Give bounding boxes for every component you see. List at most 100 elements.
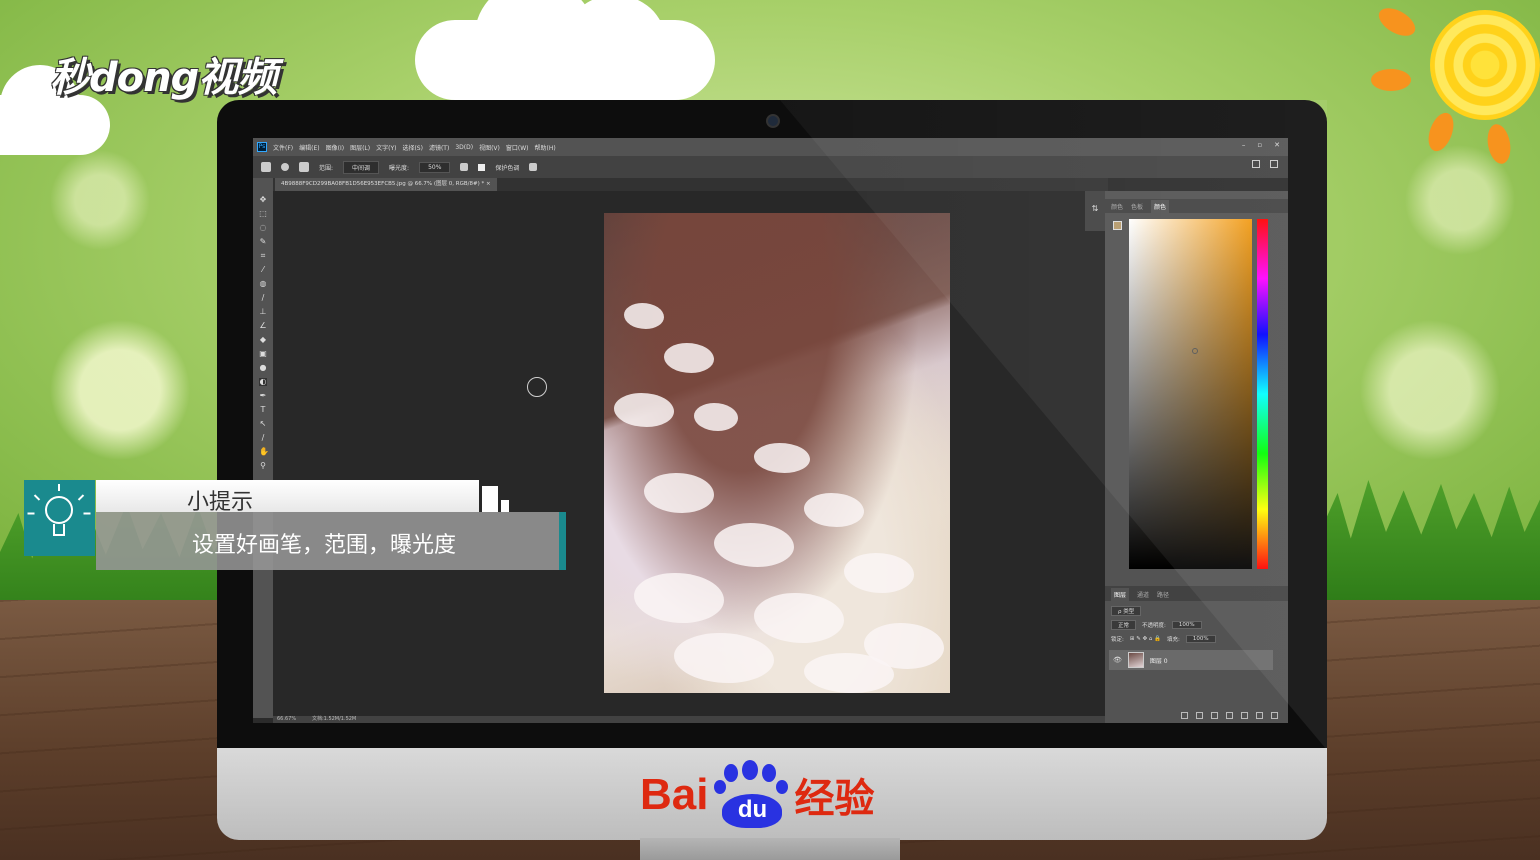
adjustment-layer-icon[interactable] [1226, 712, 1233, 719]
hue-slider[interactable] [1257, 219, 1268, 569]
photoshop-window: Ps 文件(F) 编辑(E) 图像(I) 图层(L) 文字(Y) 选择(S) 滤… [253, 138, 1288, 723]
lasso-tool-icon[interactable]: ◌ [259, 224, 267, 232]
tab-color-active[interactable]: 颜色 [1151, 199, 1170, 213]
tab-channels[interactable]: 通道 [1137, 590, 1149, 599]
layers-panel: 图层 通道 路径 ρ 类型 正常 不透明度: 100% 锁定: ⊞ ✎ ✥ ⌂ … [1105, 586, 1288, 723]
zoom-level[interactable]: 66.67% [277, 716, 296, 722]
lock-label: 锁定: [1111, 636, 1124, 643]
menu-bar: Ps 文件(F) 编辑(E) 图像(I) 图层(L) 文字(Y) 选择(S) 滤… [253, 138, 1288, 156]
layer-style-icon[interactable] [1196, 712, 1203, 719]
document-photo[interactable] [604, 213, 950, 693]
layer-filter-row: ρ 类型 [1111, 605, 1142, 616]
brand-logo: 秒dong视频 [50, 55, 277, 101]
shape-tool-icon[interactable]: ∕ [259, 434, 267, 442]
cloud-decoration [0, 65, 110, 155]
webcam-icon [766, 114, 780, 128]
airbrush-icon[interactable] [460, 163, 469, 171]
document-tab[interactable]: 4B9888F9CD299BA08FB1D56E953EFCB5.jpg @ 6… [275, 178, 497, 191]
collapsed-panel-dock: ⇅ [1085, 191, 1105, 231]
pen-tool-icon[interactable]: ✒ [259, 392, 267, 400]
window-controls: – ▫ ✕ [1242, 141, 1280, 149]
tab-color[interactable]: 颜色 [1111, 202, 1123, 211]
add-mask-icon[interactable] [1211, 712, 1218, 719]
color-picker-field[interactable] [1129, 219, 1252, 569]
menu-window[interactable]: 窗口(W) [506, 143, 529, 152]
layer-thumbnail [1127, 652, 1144, 668]
link-layers-icon[interactable] [1181, 712, 1188, 719]
type-tool-icon[interactable]: T [259, 406, 267, 414]
monitor-stand [640, 838, 900, 860]
fill-input[interactable]: 100% [1185, 634, 1216, 643]
menu-layer[interactable]: 图层(L) [350, 143, 370, 152]
color-picker-ring[interactable] [1192, 348, 1198, 354]
tab-paths[interactable]: 路径 [1157, 590, 1169, 599]
opacity-input[interactable]: 100% [1171, 620, 1202, 629]
stamp-tool-icon[interactable]: ⊥ [259, 308, 267, 316]
layer-name: 图层 0 [1149, 657, 1168, 665]
exposure-label: 曝光度: [389, 164, 410, 172]
brush-settings-icon[interactable] [299, 162, 309, 172]
photoshop-logo-icon: Ps [257, 142, 267, 152]
layer-kind-filter[interactable]: ρ 类型 [1111, 605, 1142, 616]
range-select[interactable]: 中间调 [343, 160, 380, 174]
move-tool-icon[interactable]: ✥ [259, 196, 267, 204]
lightbulb-icon [24, 480, 95, 556]
quick-select-tool-icon[interactable]: ✎ [259, 238, 267, 246]
range-label: 范围: [319, 164, 334, 172]
dodge-tool-preset-icon[interactable] [261, 162, 271, 172]
tip-overlay: 小提示 设置好画笔，范围，曝光度 [24, 480, 574, 570]
crop-tool-icon[interactable]: ⌗ [259, 252, 267, 260]
eyedropper-tool-icon[interactable]: ⁄ [259, 266, 267, 274]
color-panel-tabs: 颜色 色板 颜色 [1105, 199, 1288, 213]
options-right [1252, 160, 1278, 168]
history-brush-tool-icon[interactable]: ∠ [259, 322, 267, 330]
menu-edit[interactable]: 编辑(E) [299, 143, 319, 152]
options-bar: 范围: 中间调 曝光度: 50% 保护色调 [253, 156, 1288, 178]
eraser-tool-icon[interactable]: ◆ [259, 336, 267, 344]
foreground-color-swatch[interactable] [1113, 221, 1122, 230]
zoom-tool-icon[interactable]: ⚲ [259, 462, 267, 470]
brush-size-icon[interactable] [281, 163, 289, 171]
menu-filter[interactable]: 滤镜(T) [429, 143, 449, 152]
tab-layers[interactable]: 图层 [1111, 588, 1130, 601]
history-panel-icon[interactable]: ⇅ [1091, 205, 1099, 213]
menu-select[interactable]: 选择(S) [402, 143, 423, 152]
menu-type[interactable]: 文字(Y) [376, 143, 396, 152]
new-layer-icon[interactable] [1256, 712, 1263, 719]
blur-tool-icon[interactable]: ● [259, 364, 267, 372]
exposure-input[interactable]: 50% [419, 161, 451, 173]
menu-help[interactable]: 帮助(H) [535, 143, 556, 152]
search-icon[interactable] [1252, 160, 1260, 168]
layers-footer [1181, 712, 1278, 719]
healing-tool-icon[interactable]: ◍ [259, 280, 267, 288]
lock-icons[interactable]: ⊞ ✎ ✥ ⌂ 🔒 [1130, 636, 1161, 642]
new-group-icon[interactable] [1241, 712, 1248, 719]
delete-layer-icon[interactable] [1271, 712, 1278, 719]
tip-decoration [482, 486, 498, 512]
opacity-label: 不透明度: [1142, 622, 1166, 629]
layer-row[interactable]: 👁 图层 0 [1109, 650, 1273, 670]
dodge-tool-icon[interactable]: ◐ [259, 378, 267, 386]
baidu-du-text: du [722, 794, 783, 828]
menu-view[interactable]: 视图(V) [479, 143, 500, 152]
minimize-button[interactable]: – [1242, 141, 1246, 149]
brush-cursor-icon [527, 377, 547, 397]
pressure-icon[interactable] [529, 163, 538, 171]
workspace-icon[interactable] [1270, 160, 1278, 168]
sun-ray-decoration [1371, 69, 1411, 91]
brush-tool-icon[interactable]: ∕ [259, 294, 267, 302]
protect-tones-checkbox[interactable] [478, 163, 486, 171]
close-button[interactable]: ✕ [1274, 141, 1280, 149]
menu-image[interactable]: 图像(I) [326, 143, 344, 152]
menu-3d[interactable]: 3D(D) [455, 144, 473, 151]
hand-tool-icon[interactable]: ✋ [259, 448, 269, 456]
tools-panel: ✥ ⬚ ◌ ✎ ⌗ ⁄ ◍ ∕ ⊥ ∠ ◆ ▣ ● ◐ ✒ T ↖ ∕ ✋ ⚲ [253, 178, 273, 718]
marquee-tool-icon[interactable]: ⬚ [259, 210, 267, 218]
visibility-eye-icon[interactable]: 👁 [1113, 656, 1122, 664]
restore-button[interactable]: ▫ [1257, 141, 1262, 149]
gradient-tool-icon[interactable]: ▣ [259, 350, 267, 358]
menu-file[interactable]: 文件(F) [273, 143, 293, 152]
tab-swatches[interactable]: 色板 [1131, 202, 1143, 211]
blend-mode-select[interactable]: 正常 [1111, 619, 1137, 630]
path-select-tool-icon[interactable]: ↖ [259, 420, 267, 428]
